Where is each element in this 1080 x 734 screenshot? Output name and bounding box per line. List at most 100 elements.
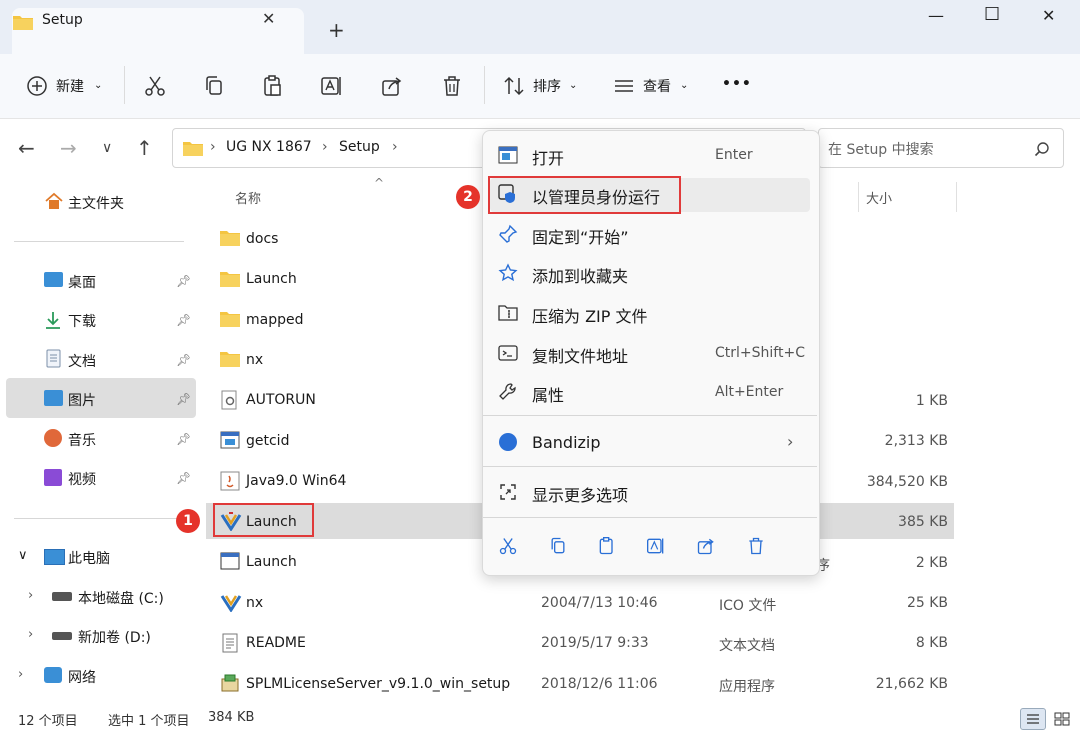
new-button[interactable]: 新建 (56, 76, 84, 96)
pin-icon[interactable]: 📌︎ (176, 432, 191, 446)
sidebar-item-desktop[interactable]: 桌面 (68, 272, 96, 292)
sidebar-item-network[interactable]: 网络 (68, 667, 96, 687)
pin-icon (499, 224, 518, 243)
file-name[interactable]: nx (246, 352, 263, 368)
cut-icon[interactable] (143, 74, 167, 98)
back-arrow-icon[interactable]: ← (18, 136, 35, 160)
delete-icon[interactable] (440, 74, 464, 98)
folder-icon (220, 272, 240, 287)
rename-icon[interactable] (646, 536, 666, 556)
minimize-button[interactable]: — (928, 6, 944, 25)
file-date: 2019/5/17 9:33 (541, 635, 649, 651)
share-icon[interactable] (696, 536, 716, 556)
paste-icon[interactable] (261, 74, 285, 98)
menu-item-pin-to-start[interactable]: 固定到“开始” (532, 224, 629, 248)
file-size: 25 KB (906, 595, 948, 611)
add-circle-icon[interactable] (26, 74, 50, 98)
sidebar-item-pictures[interactable]: 图片 (68, 390, 96, 410)
video-icon (44, 469, 62, 486)
nx-icon (220, 595, 242, 612)
copy-icon[interactable] (548, 536, 568, 556)
tab-close-icon[interactable]: ✕ (262, 9, 275, 28)
breadcrumb-item[interactable]: Setup (339, 139, 380, 155)
column-header-name[interactable]: 名称 (235, 188, 261, 207)
column-header-size[interactable]: 大小 (866, 188, 892, 207)
pin-icon[interactable]: 📌︎ (176, 471, 191, 485)
menu-item-open[interactable]: 打开 (532, 145, 564, 169)
view-button[interactable]: 查看 (643, 76, 671, 96)
paste-icon[interactable] (597, 536, 617, 556)
menu-item-show-more-options[interactable]: 显示更多选项 (532, 482, 628, 506)
sort-button[interactable]: 排序 (533, 76, 561, 96)
menu-item-properties[interactable]: 属性 (532, 382, 564, 406)
application-icon (220, 431, 240, 449)
tiles-view-icon[interactable] (1052, 710, 1072, 728)
file-name[interactable]: SPLMLicenseServer_v9.1.0_win_setup (246, 676, 510, 692)
file-name[interactable]: Launch (246, 271, 297, 287)
file-name[interactable]: Launch (246, 554, 297, 570)
sidebar-item-downloads[interactable]: 下载 (68, 311, 96, 331)
file-name[interactable]: docs (246, 231, 278, 247)
search-icon (1034, 142, 1049, 157)
file-name[interactable]: getcid (246, 433, 289, 449)
search-input[interactable]: 在 Setup 中搜索 (828, 139, 934, 159)
forward-arrow-icon[interactable]: → (60, 136, 77, 160)
copy-icon[interactable] (202, 74, 226, 98)
java-installer-icon (220, 471, 240, 491)
delete-icon[interactable] (746, 536, 766, 556)
network-icon (44, 667, 62, 683)
sort-icon[interactable] (502, 74, 526, 98)
breadcrumb-item[interactable]: UG NX 1867 (226, 139, 312, 155)
sidebar-item-drive-c[interactable]: 本地磁盘 (C:) (78, 588, 164, 608)
rename-icon[interactable] (320, 74, 344, 98)
pin-icon[interactable]: 📌︎ (176, 274, 191, 288)
sidebar-selection-highlight (6, 378, 196, 418)
up-arrow-icon[interactable]: ↑ (136, 136, 153, 160)
file-name[interactable]: Java9.0 Win64 (246, 473, 346, 489)
pin-icon[interactable]: 📌︎ (176, 353, 191, 367)
expand-chevron-icon[interactable]: › (28, 627, 33, 642)
sidebar-item-home[interactable]: 主文件夹 (68, 193, 124, 213)
more-options-button[interactable]: ••• (722, 76, 752, 92)
file-size: 1 KB (915, 393, 948, 409)
sidebar-item-this-pc[interactable]: 此电脑 (68, 548, 110, 568)
sidebar-item-music[interactable]: 音乐 (68, 430, 96, 450)
details-view-toggle[interactable] (1020, 708, 1046, 730)
menu-item-add-to-favorites[interactable]: 添加到收藏夹 (532, 263, 628, 287)
cut-icon[interactable] (498, 536, 518, 556)
home-icon (45, 192, 63, 209)
folder-icon (220, 312, 240, 327)
sort-caret-icon: ^ (374, 176, 385, 190)
file-name[interactable]: README (246, 635, 306, 651)
file-name[interactable]: AUTORUN (246, 392, 316, 408)
status-selected: 选中 1 个项目 (108, 714, 190, 729)
maximize-button[interactable]: ☐ (984, 4, 1000, 25)
chevron-down-icon: ⌄ (94, 80, 103, 91)
pin-icon[interactable]: 📌︎ (176, 392, 191, 406)
pin-icon[interactable]: 📌︎ (176, 313, 191, 327)
file-name[interactable]: nx (246, 595, 263, 611)
menu-item-copy-path[interactable]: 复制文件地址 (532, 343, 628, 367)
menu-shortcut: Alt+Enter (715, 384, 784, 400)
new-tab-button[interactable]: + (328, 18, 345, 42)
share-icon[interactable] (380, 74, 404, 98)
file-name[interactable]: mapped (246, 312, 304, 328)
sidebar-item-videos[interactable]: 视频 (68, 469, 96, 489)
menu-item-bandizip[interactable]: Bandizip (532, 433, 601, 452)
application-window-icon (220, 552, 240, 570)
status-item-count: 12 个项目 (18, 714, 78, 729)
expand-chevron-icon[interactable]: › (18, 667, 23, 682)
sidebar-item-documents[interactable]: 文档 (68, 351, 96, 371)
expand-chevron-icon[interactable]: › (28, 588, 33, 603)
step-badge-1: 1 (176, 509, 200, 533)
menu-item-compress-zip[interactable]: 压缩为 ZIP 文件 (532, 303, 648, 327)
close-window-button[interactable]: ✕ (1042, 6, 1055, 25)
expand-chevron-icon[interactable]: ∨ (18, 548, 28, 563)
status-size: 384 KB (208, 710, 255, 725)
chevron-down-icon: ⌄ (569, 80, 578, 91)
toolbar-divider (124, 66, 125, 104)
sidebar-item-drive-d[interactable]: 新加卷 (D:) (78, 627, 151, 647)
breadcrumb-separator-icon: › (210, 139, 216, 155)
recent-chevron-icon[interactable]: ∨ (102, 140, 112, 156)
view-icon[interactable] (612, 74, 636, 98)
